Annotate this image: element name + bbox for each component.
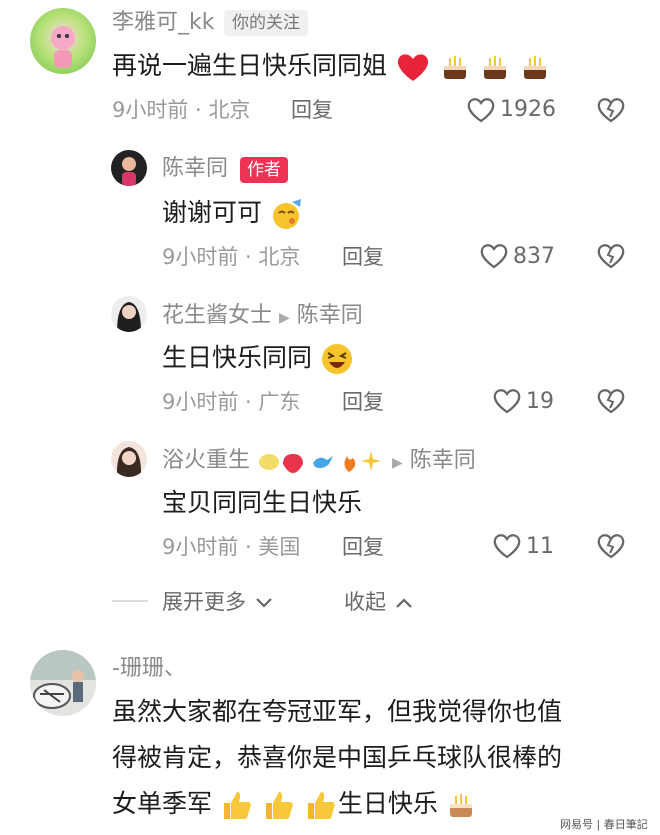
comment-username[interactable]: 李雅可_kk [112,8,214,38]
like-count: 11 [526,534,554,559]
watermark: 网易号 | 春日筆記 [560,818,648,831]
comment-text-line: 得被肯定，恭喜你是中国乒乓球队很棒的 [112,743,563,772]
reply-username-row: 浴火重生 ▶ 陈幸同 [162,446,476,478]
like-count: 837 [513,244,555,269]
broken-heart-icon[interactable] [596,96,626,124]
heart-outline-icon[interactable] [466,96,496,124]
comment-text-row: 女单季军 生日快乐 [112,787,476,822]
party-face-icon [272,199,301,229]
like-count: 1926 [500,97,556,122]
avatar[interactable] [111,296,147,332]
reply-button[interactable]: 回复 [342,388,384,416]
cake-icon [449,794,472,817]
broken-heart-icon[interactable] [596,387,626,415]
chevron-up-icon [395,598,412,608]
avatar-figure-icon [122,157,136,186]
name-emoji-icons [259,451,382,473]
comment-text-tail: 生日快乐 [337,789,438,818]
reply-text-row: 生日快乐同同 [162,341,354,376]
comment-text: 再说一遍生日快乐同同姐 [112,51,388,80]
comment-time-location: 9小时前 · 北京 [112,98,251,122]
cake-icon [483,56,506,79]
heart-outline-icon[interactable] [479,242,509,270]
reply-to-username[interactable]: 陈幸同 [410,448,476,473]
reply-text: 谢谢可可 [162,198,263,227]
avatar[interactable] [30,8,96,74]
reply-button[interactable]: 回复 [291,96,333,124]
thread-divider [112,600,148,602]
avatar-figure-icon [116,447,142,477]
reply-to-username[interactable]: 陈幸同 [297,303,363,328]
avatar[interactable] [111,150,147,186]
reply-username[interactable]: 陈幸同 [162,154,228,184]
author-badge: 作者 [240,157,288,183]
reply-text: 生日快乐同同 [162,343,313,372]
reply-button[interactable]: 回复 [342,243,384,271]
broken-heart-icon[interactable] [596,532,626,560]
comment-username[interactable]: -珊珊、 [112,654,186,684]
reply-button[interactable]: 回复 [342,533,384,561]
reply-to-arrow-icon: ▶ [392,455,403,471]
collapse-button[interactable]: 收起 [344,588,415,616]
avatar[interactable] [111,441,147,477]
reply-to-arrow-icon: ▶ [279,310,290,326]
like-count: 19 [526,389,554,414]
reply-text-row: 谢谢可可 [162,196,304,230]
reply-time-location: 9小时前 · 北京 [162,245,301,269]
reply-username-row: 花生酱女士 ▶ 陈幸同 [162,301,363,333]
broken-heart-icon[interactable] [596,242,626,270]
comment-text-row: 再说一遍生日快乐同同姐 [112,49,551,83]
laughing-face-icon [321,344,352,374]
expand-more-button[interactable]: 展开更多 [162,588,275,616]
avatar[interactable] [30,650,96,716]
cake-icon [443,56,466,79]
reply-username[interactable]: 浴火重生 [162,448,250,473]
thumbs-up-icon [307,792,335,819]
follow-badge: 你的关注 [224,10,308,36]
reply-text: 宝贝同同生日快乐 [162,488,363,517]
collapse-label: 收起 [344,590,386,614]
thumbs-up-icon [223,792,251,819]
chevron-down-icon [255,598,272,608]
avatar-figure-icon [51,26,75,68]
heart-outline-icon[interactable] [492,387,522,415]
reply-time-location: 9小时前 · 美国 [162,535,301,559]
avatar-figure-icon [30,650,96,709]
expand-more-label: 展开更多 [162,590,246,614]
comment-text-line: 女单季军 [112,789,213,818]
avatar-figure-icon [117,302,141,332]
comment-text-line: 虽然大家都在夸冠亚军，但我觉得你也值 [112,697,563,726]
cake-icon [523,56,546,79]
thumbs-up-icon [265,792,293,819]
heart-outline-icon[interactable] [492,532,522,560]
reply-username[interactable]: 花生酱女士 [162,303,272,328]
red-heart-icon [397,54,429,81]
reply-time-location: 9小时前 · 广东 [162,390,301,414]
